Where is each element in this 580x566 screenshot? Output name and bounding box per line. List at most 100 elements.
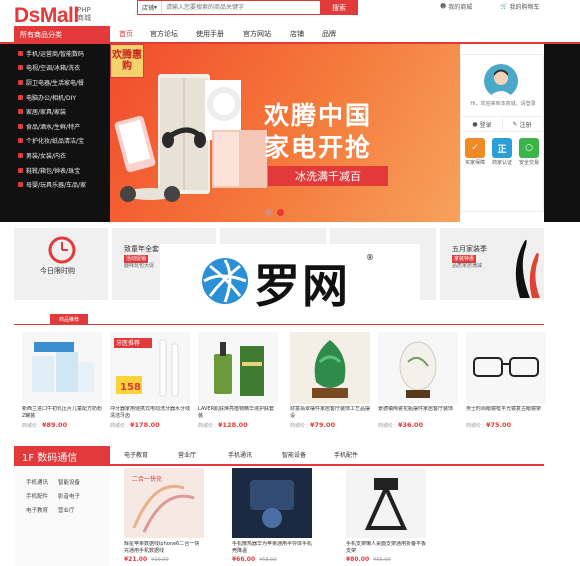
svg-text:158: 158 — [120, 382, 141, 393]
product-image[interactable] — [378, 332, 458, 404]
product-name[interactable]: 财富翡翠摆件家居客厅装饰工艺品摆设 — [290, 406, 370, 420]
watermark-registered-mark: ® — [366, 253, 374, 262]
product-card[interactable]: 景德镇陶瓷花瓶摆件家居客厅装饰 商城价：¥36.00 — [378, 332, 458, 429]
category-item[interactable]: 电脑办公/相机/DIY — [14, 90, 110, 105]
nav-home[interactable]: 首页 — [119, 26, 133, 42]
category-icon — [18, 167, 23, 173]
category-icon — [18, 109, 23, 115]
floor-product-image[interactable] — [232, 468, 312, 538]
product-name[interactable]: 冲牙器家用便携式电动洗牙器水牙线清洁牙齿 — [110, 406, 190, 420]
login-button[interactable]: ● 登录 — [462, 116, 503, 132]
category-item[interactable]: 家居/家具/家装 — [14, 104, 110, 119]
nav-manual[interactable]: 使用手册 — [196, 26, 224, 42]
product-card[interactable]: 158 牙医推荐 冲牙器家用便携式电动洗牙器水牙线清洁牙齿 商城价：¥178.0… — [110, 332, 190, 429]
floor-product-image[interactable]: 二合一快充 — [124, 468, 204, 538]
carousel-dot-2[interactable] — [277, 209, 284, 216]
product-image[interactable] — [290, 332, 370, 404]
nav-brands[interactable]: 品牌 — [322, 26, 336, 42]
product-card[interactable]: LAVER肌肤焕亮植物精华液护肤套装 商城价：¥128.00 — [198, 332, 278, 429]
nav-forum[interactable]: 官方论坛 — [150, 26, 178, 42]
floor-tab-service-hall[interactable]: 营业厅 — [178, 450, 196, 459]
product-image[interactable] — [198, 332, 278, 404]
flash-sale-label: 今日限时购 — [40, 267, 75, 275]
product-price: 商城价：¥79.00 — [290, 421, 370, 429]
category-label: 鞋靴/箱包/钟表/珠宝 — [26, 167, 81, 175]
category-item[interactable]: 手机/运营商/智能数码 — [14, 46, 110, 61]
secure-trade-icon[interactable]: ○ — [519, 138, 539, 158]
floor-product-card[interactable]: 手机散热器华为苹果通用半导体手机壳降温 ¥66.00 ¥58.00 — [232, 468, 312, 563]
nav-stores[interactable]: 店铺 — [290, 26, 304, 42]
floor-link[interactable]: 手机配件 — [26, 492, 48, 500]
category-item[interactable]: 个护化妆/纸品清洁/宝 — [14, 134, 110, 149]
logo-subtitle: PHP 商城 — [77, 6, 91, 22]
search-scope-select[interactable]: 店铺 ▾ — [138, 1, 163, 14]
floor-link[interactable]: 电子教育 — [26, 506, 48, 514]
product-name[interactable]: 男士时尚眼镜框平光镜复古眼镜架 — [466, 406, 546, 420]
category-item[interactable]: 食品/酒水/生鲜/特产 — [14, 119, 110, 134]
product-name[interactable]: 景德镇陶瓷花瓶摆件家居客厅装饰 — [378, 406, 458, 420]
product-name[interactable]: LAVER肌肤焕亮植物精华液护肤套装 — [198, 406, 278, 420]
product-image[interactable] — [466, 332, 546, 404]
floor-product-name[interactable]: 辉星苹果数据线iphone6二合一快充通用手机数据线 — [124, 541, 204, 555]
product-image[interactable]: 158 牙医推荐 — [110, 332, 190, 404]
old-price: ¥55.00 — [373, 557, 391, 563]
floor-tab-smart-devices[interactable]: 智能设备 — [282, 450, 306, 459]
search-button[interactable]: 搜索 — [320, 0, 358, 15]
product-card[interactable]: 财富翡翠摆件家居客厅装饰工艺品摆设 商城价：¥79.00 — [290, 332, 370, 429]
promo-home-text: 五月家装季 家装特惠 品质家居满减 — [452, 244, 487, 269]
floor-tab-education[interactable]: 电子教育 — [124, 450, 148, 459]
floor-product-card[interactable]: 手机支架懒人桌面支架通用折叠平板支架 ¥80.00 ¥55.00 — [346, 468, 426, 563]
floor-link[interactable]: 营业厅 — [58, 506, 75, 514]
category-item[interactable]: 电视/空调/冰箱/洗衣 — [14, 61, 110, 76]
nav-official-site[interactable]: 官方网站 — [243, 26, 271, 42]
category-item[interactable]: 男装/女装/内衣 — [14, 148, 110, 163]
site-logo[interactable]: DsMall — [14, 4, 79, 28]
my-mall-link[interactable]: ☻ 我的商城 — [440, 2, 472, 11]
product-image[interactable] — [22, 332, 102, 404]
category-item[interactable]: 厨卫电器/生活家电/餐 — [14, 75, 110, 90]
floor-tab-phones[interactable]: 手机通讯 — [228, 450, 252, 459]
promo-toys-text: 致童年全套 活动促销 趣味玩包大促 — [124, 244, 159, 269]
floor-tab-accessories[interactable]: 手机配件 — [334, 450, 358, 459]
category-list: 手机/运营商/智能数码 电视/空调/冰箱/洗衣 厨卫电器/生活家电/餐 电脑办公… — [14, 46, 110, 192]
old-price: ¥19.00 — [151, 557, 169, 563]
register-button[interactable]: ✎ 注册 — [502, 116, 542, 132]
price-prefix: 商城价： — [198, 423, 219, 429]
all-categories-title[interactable]: 所有商品分类 — [14, 26, 110, 44]
category-icon — [18, 65, 23, 71]
category-label: 母婴/玩具乐器/车品/家 — [26, 182, 87, 190]
merchant-cert-icon[interactable]: 正 — [492, 138, 512, 158]
floor-link[interactable]: 智能设备 — [58, 478, 80, 486]
carousel-dot-1[interactable] — [265, 209, 272, 216]
category-item[interactable]: 母婴/玩具乐器/车品/家 — [14, 177, 110, 192]
floor-link[interactable]: 影音电子 — [58, 492, 80, 500]
floor-title[interactable]: 1F 数码通信 — [14, 446, 110, 466]
price-value: ¥80.00 — [346, 556, 370, 563]
floor-product-price: ¥66.00 ¥58.00 — [232, 556, 312, 563]
floor-product-card[interactable]: 二合一快充 辉星苹果数据线iphone6二合一快充通用手机数据线 ¥21.00 ¥… — [124, 468, 204, 563]
banner-title-line1: 欢腾中国 — [264, 101, 373, 130]
product-card[interactable]: 男士时尚眼镜框平光镜复古眼镜架 商城价：¥75.00 — [466, 332, 546, 429]
banner-promo-button[interactable]: 冰洗满千减百 — [268, 166, 388, 186]
product-name[interactable]: 新西兰进口牛初乳压片儿童配方奶粉2罐装 — [22, 406, 102, 420]
promo-tile-flash-sale[interactable] — [14, 228, 108, 300]
register-icon: ✎ — [512, 120, 518, 128]
recommend-divider — [14, 324, 544, 325]
category-item[interactable]: 鞋靴/箱包/钟表/珠宝 — [14, 163, 110, 178]
promo-toys-title: 致童年全套 — [124, 245, 159, 253]
floor-product-name[interactable]: 手机散热器华为苹果通用半导体手机壳降温 — [232, 541, 312, 555]
banner-edge-left — [0, 44, 14, 222]
buyer-protection-icon[interactable]: ✓ — [465, 138, 485, 158]
floor-product-name[interactable]: 手机支架懒人桌面支架通用折叠平板支架 — [346, 541, 426, 555]
floor-link[interactable]: 手机通讯 — [26, 478, 48, 486]
cart-link[interactable]: 🛒 我的购物车 — [500, 2, 540, 11]
avatar[interactable] — [484, 64, 518, 98]
watermark-text: 罗网 — [254, 259, 350, 313]
floor-product-image[interactable] — [346, 468, 426, 538]
category-label: 手机/运营商/智能数码 — [26, 50, 85, 58]
category-icon — [18, 123, 23, 129]
category-label: 食品/酒水/生鲜/特产 — [26, 123, 81, 131]
logo-sub-mall: 商城 — [77, 14, 91, 22]
recommend-tab[interactable]: 商品推荐 — [50, 314, 88, 325]
product-card[interactable]: 新西兰进口牛初乳压片儿童配方奶粉2罐装 商城价：¥89.00 — [22, 332, 102, 429]
